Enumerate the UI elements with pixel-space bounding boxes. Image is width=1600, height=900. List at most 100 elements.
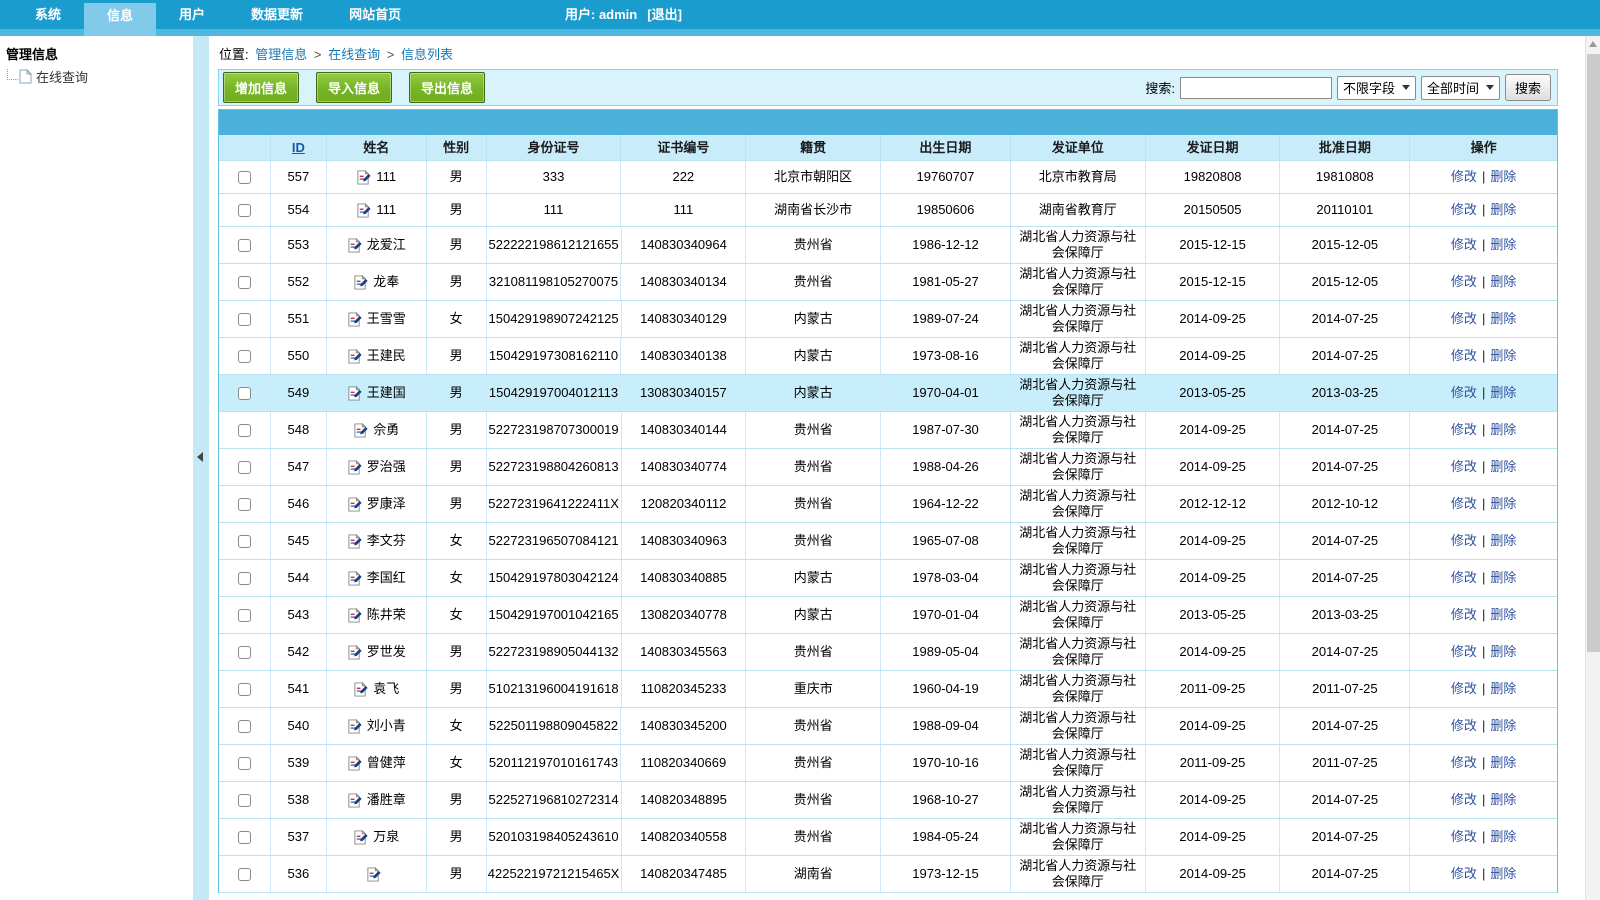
- edit-document-icon[interactable]: [347, 719, 362, 734]
- delete-link[interactable]: 删除: [1490, 459, 1516, 475]
- edit-link[interactable]: 修改: [1451, 311, 1477, 327]
- edit-document-icon[interactable]: [353, 423, 368, 438]
- edit-link[interactable]: 修改: [1451, 533, 1477, 549]
- nav-item-user[interactable]: 用户: [156, 0, 228, 29]
- scroll-up-icon[interactable]: [1589, 41, 1597, 47]
- col-header-1[interactable]: ID: [271, 135, 327, 160]
- vertical-scrollbar[interactable]: [1585, 36, 1600, 900]
- breadcrumb-link-manage-info[interactable]: 管理信息: [255, 47, 307, 62]
- edit-document-icon[interactable]: [347, 645, 362, 660]
- delete-link[interactable]: 删除: [1490, 348, 1516, 364]
- delete-link[interactable]: 删除: [1490, 274, 1516, 290]
- edit-document-icon[interactable]: [347, 238, 362, 253]
- row-checkbox[interactable]: [238, 831, 251, 844]
- delete-link[interactable]: 删除: [1490, 681, 1516, 697]
- row-checkbox[interactable]: [238, 535, 251, 548]
- import-info-button[interactable]: 导入信息: [316, 72, 392, 103]
- edit-link[interactable]: 修改: [1451, 829, 1477, 845]
- edit-document-icon[interactable]: [347, 386, 362, 401]
- row-checkbox[interactable]: [238, 572, 251, 585]
- row-checkbox[interactable]: [238, 609, 251, 622]
- row-checkbox[interactable]: [238, 683, 251, 696]
- edit-link[interactable]: 修改: [1451, 866, 1477, 882]
- time-select[interactable]: 全部时间: [1421, 76, 1500, 100]
- delete-link[interactable]: 删除: [1490, 718, 1516, 734]
- row-checkbox[interactable]: [238, 424, 251, 437]
- row-checkbox[interactable]: [238, 720, 251, 733]
- delete-link[interactable]: 删除: [1490, 866, 1516, 882]
- edit-document-icon[interactable]: [353, 830, 368, 845]
- edit-link[interactable]: 修改: [1451, 644, 1477, 660]
- edit-document-icon[interactable]: [347, 460, 362, 475]
- row-checkbox[interactable]: [238, 794, 251, 807]
- logout-link[interactable]: [退出]: [647, 7, 682, 22]
- edit-link[interactable]: 修改: [1451, 681, 1477, 697]
- edit-document-icon[interactable]: [347, 571, 362, 586]
- sidebar-item-online-query[interactable]: 在线查询: [7, 67, 193, 86]
- nav-item-info[interactable]: 信息: [84, 3, 156, 36]
- row-checkbox[interactable]: [238, 461, 251, 474]
- row-checkbox[interactable]: [238, 276, 251, 289]
- delete-link[interactable]: 删除: [1490, 570, 1516, 586]
- edit-document-icon[interactable]: [347, 793, 362, 808]
- row-checkbox[interactable]: [238, 757, 251, 770]
- delete-link[interactable]: 删除: [1490, 607, 1516, 623]
- edit-link[interactable]: 修改: [1451, 169, 1477, 185]
- row-checkbox[interactable]: [238, 498, 251, 511]
- edit-document-icon[interactable]: [347, 608, 362, 623]
- delete-link[interactable]: 删除: [1490, 644, 1516, 660]
- collapse-arrow-icon[interactable]: [197, 452, 203, 462]
- edit-link[interactable]: 修改: [1451, 718, 1477, 734]
- edit-link[interactable]: 修改: [1451, 496, 1477, 512]
- edit-link[interactable]: 修改: [1451, 348, 1477, 364]
- delete-link[interactable]: 删除: [1490, 311, 1516, 327]
- edit-link[interactable]: 修改: [1451, 755, 1477, 771]
- add-info-button[interactable]: 增加信息: [223, 72, 299, 103]
- edit-link[interactable]: 修改: [1451, 385, 1477, 401]
- edit-link[interactable]: 修改: [1451, 459, 1477, 475]
- edit-link[interactable]: 修改: [1451, 202, 1477, 218]
- delete-link[interactable]: 删除: [1490, 202, 1516, 218]
- edit-link[interactable]: 修改: [1451, 237, 1477, 253]
- nav-item-data-update[interactable]: 数据更新: [228, 0, 326, 29]
- edit-document-icon[interactable]: [353, 682, 368, 697]
- delete-link[interactable]: 删除: [1490, 533, 1516, 549]
- edit-link[interactable]: 修改: [1451, 274, 1477, 290]
- edit-link[interactable]: 修改: [1451, 422, 1477, 438]
- edit-document-icon[interactable]: [347, 756, 362, 771]
- edit-document-icon[interactable]: [353, 275, 368, 290]
- export-info-button[interactable]: 导出信息: [409, 72, 485, 103]
- sidebar-splitter[interactable]: [193, 36, 209, 900]
- edit-document-icon[interactable]: [347, 497, 362, 512]
- edit-document-icon[interactable]: [347, 312, 362, 327]
- edit-link[interactable]: 修改: [1451, 792, 1477, 808]
- row-checkbox[interactable]: [238, 868, 251, 881]
- row-checkbox[interactable]: [238, 313, 251, 326]
- delete-link[interactable]: 删除: [1490, 496, 1516, 512]
- delete-link[interactable]: 删除: [1490, 792, 1516, 808]
- nav-item-site-home[interactable]: 网站首页: [326, 0, 424, 29]
- row-checkbox[interactable]: [238, 171, 251, 184]
- delete-link[interactable]: 删除: [1490, 237, 1516, 253]
- scrollbar-thumb[interactable]: [1587, 54, 1600, 652]
- edit-link[interactable]: 修改: [1451, 570, 1477, 586]
- breadcrumb-link-online-query[interactable]: 在线查询: [328, 47, 380, 62]
- nav-item-system[interactable]: 系统: [12, 0, 84, 29]
- row-checkbox[interactable]: [238, 204, 251, 217]
- edit-link[interactable]: 修改: [1451, 607, 1477, 623]
- edit-document-icon[interactable]: [347, 534, 362, 549]
- delete-link[interactable]: 删除: [1490, 385, 1516, 401]
- row-checkbox[interactable]: [238, 646, 251, 659]
- delete-link[interactable]: 删除: [1490, 829, 1516, 845]
- search-input[interactable]: [1180, 77, 1332, 99]
- edit-document-icon[interactable]: [356, 170, 371, 185]
- row-checkbox[interactable]: [238, 387, 251, 400]
- edit-document-icon[interactable]: [356, 203, 371, 218]
- edit-document-icon[interactable]: [347, 349, 362, 364]
- row-checkbox[interactable]: [238, 350, 251, 363]
- id-sort-link[interactable]: ID: [292, 140, 305, 156]
- row-checkbox[interactable]: [238, 239, 251, 252]
- search-button[interactable]: 搜索: [1505, 74, 1551, 101]
- delete-link[interactable]: 删除: [1490, 169, 1516, 185]
- field-select[interactable]: 不限字段: [1337, 76, 1416, 100]
